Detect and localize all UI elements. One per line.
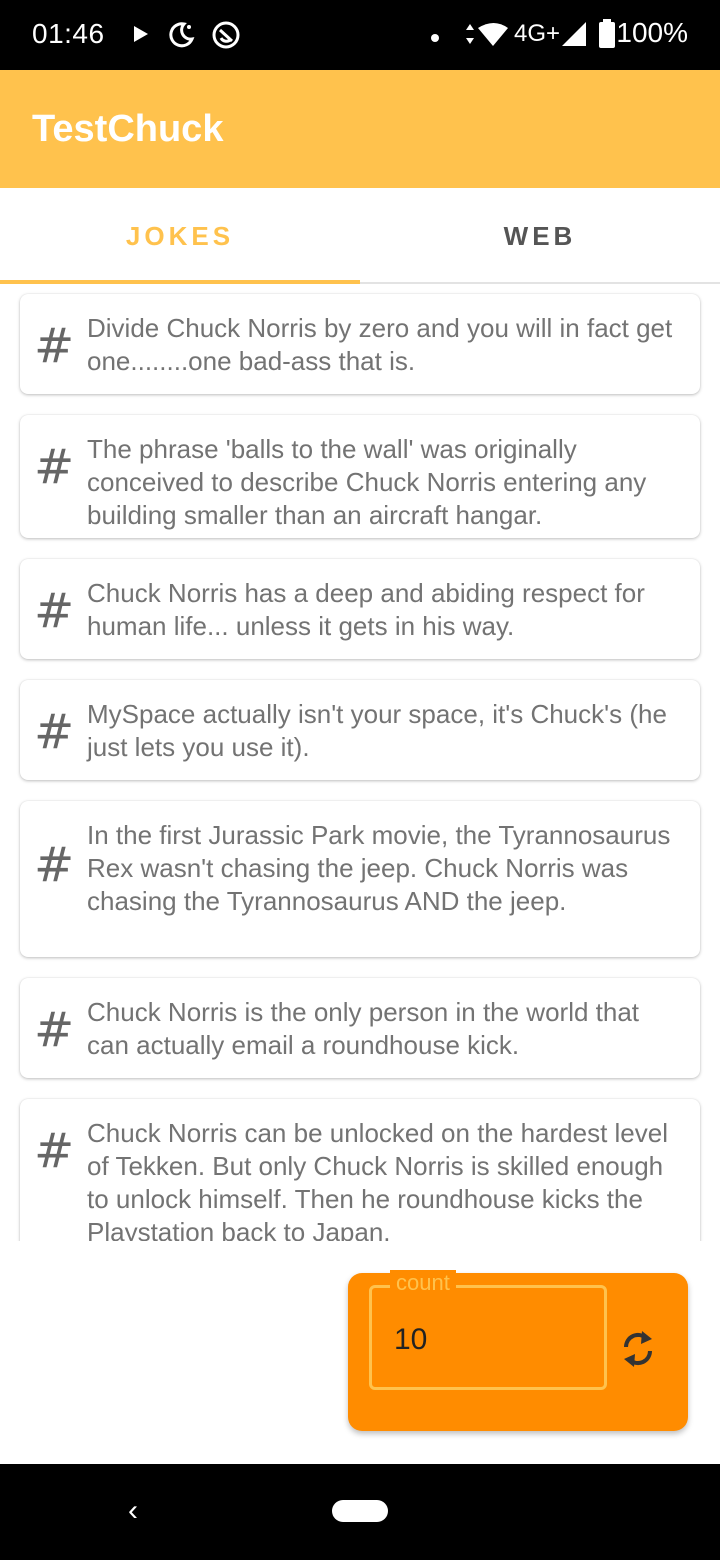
joke-card[interactable]: # In the first Jurassic Park movie, the … <box>20 801 700 957</box>
joke-card[interactable]: # MySpace actually isn't your space, it'… <box>20 680 700 780</box>
network-type: 4G+ <box>514 20 561 47</box>
hash-icon: # <box>34 318 75 374</box>
joke-text: MySpace actually isn't your space, it's … <box>87 699 667 762</box>
wifi-icon <box>462 22 510 53</box>
joke-text: Divide Chuck Norris by zero and you will… <box>87 313 673 376</box>
play-icon <box>132 20 150 53</box>
joke-card[interactable]: # Chuck Norris can be unlocked on the ha… <box>20 1099 700 1241</box>
count-panel: count 10 <box>348 1270 688 1431</box>
hash-icon: # <box>34 704 75 760</box>
hash-icon: # <box>34 1002 75 1058</box>
jokes-list[interactable]: # Divide Chuck Norris by zero and you wi… <box>0 286 720 1241</box>
battery-level: 100% <box>616 17 688 48</box>
sync-icon <box>211 20 241 55</box>
joke-text: Chuck Norris can be unlocked on the hard… <box>87 1118 668 1241</box>
count-input[interactable]: count 10 <box>369 1270 607 1390</box>
hash-icon: # <box>34 583 75 639</box>
dot-icon <box>430 30 440 48</box>
status-bar: 01:46 4G+ 100% <box>0 0 720 70</box>
count-value[interactable]: 10 <box>394 1323 427 1357</box>
back-icon[interactable]: ‹ <box>128 1494 138 1528</box>
joke-text: Chuck Norris is the only person in the w… <box>87 997 640 1060</box>
refresh-button[interactable] <box>618 1325 658 1373</box>
hash-icon: # <box>34 837 75 893</box>
tab-jokes[interactable]: JOKES <box>0 188 360 284</box>
tab-bar: JOKES WEB <box>0 188 720 284</box>
navigation-bar: ‹ <box>0 1464 720 1560</box>
joke-text: In the first Jurassic Park movie, the Ty… <box>87 820 671 916</box>
joke-card[interactable]: # Chuck Norris is the only person in the… <box>20 978 700 1078</box>
refresh-icon <box>618 1331 658 1377</box>
do-not-disturb-icon <box>168 20 196 53</box>
count-label: count <box>390 1270 456 1296</box>
app-title: TestChuck <box>32 108 224 150</box>
hash-icon: # <box>34 439 75 495</box>
tab-web[interactable]: WEB <box>360 188 720 284</box>
app-bar: TestChuck <box>0 70 720 188</box>
status-time: 01:46 <box>32 18 105 49</box>
signal-icon <box>560 20 588 53</box>
joke-card[interactable]: # Divide Chuck Norris by zero and you wi… <box>20 294 700 394</box>
battery-icon <box>598 19 616 54</box>
joke-card[interactable]: # Chuck Norris has a deep and abiding re… <box>20 559 700 659</box>
joke-card[interactable]: # The phrase 'balls to the wall' was ori… <box>20 415 700 538</box>
joke-text: Chuck Norris has a deep and abiding resp… <box>87 578 645 641</box>
joke-text: The phrase 'balls to the wall' was origi… <box>87 434 647 530</box>
tab-indicator <box>0 280 360 284</box>
home-icon[interactable] <box>332 1500 388 1527</box>
hash-icon: # <box>34 1123 75 1179</box>
